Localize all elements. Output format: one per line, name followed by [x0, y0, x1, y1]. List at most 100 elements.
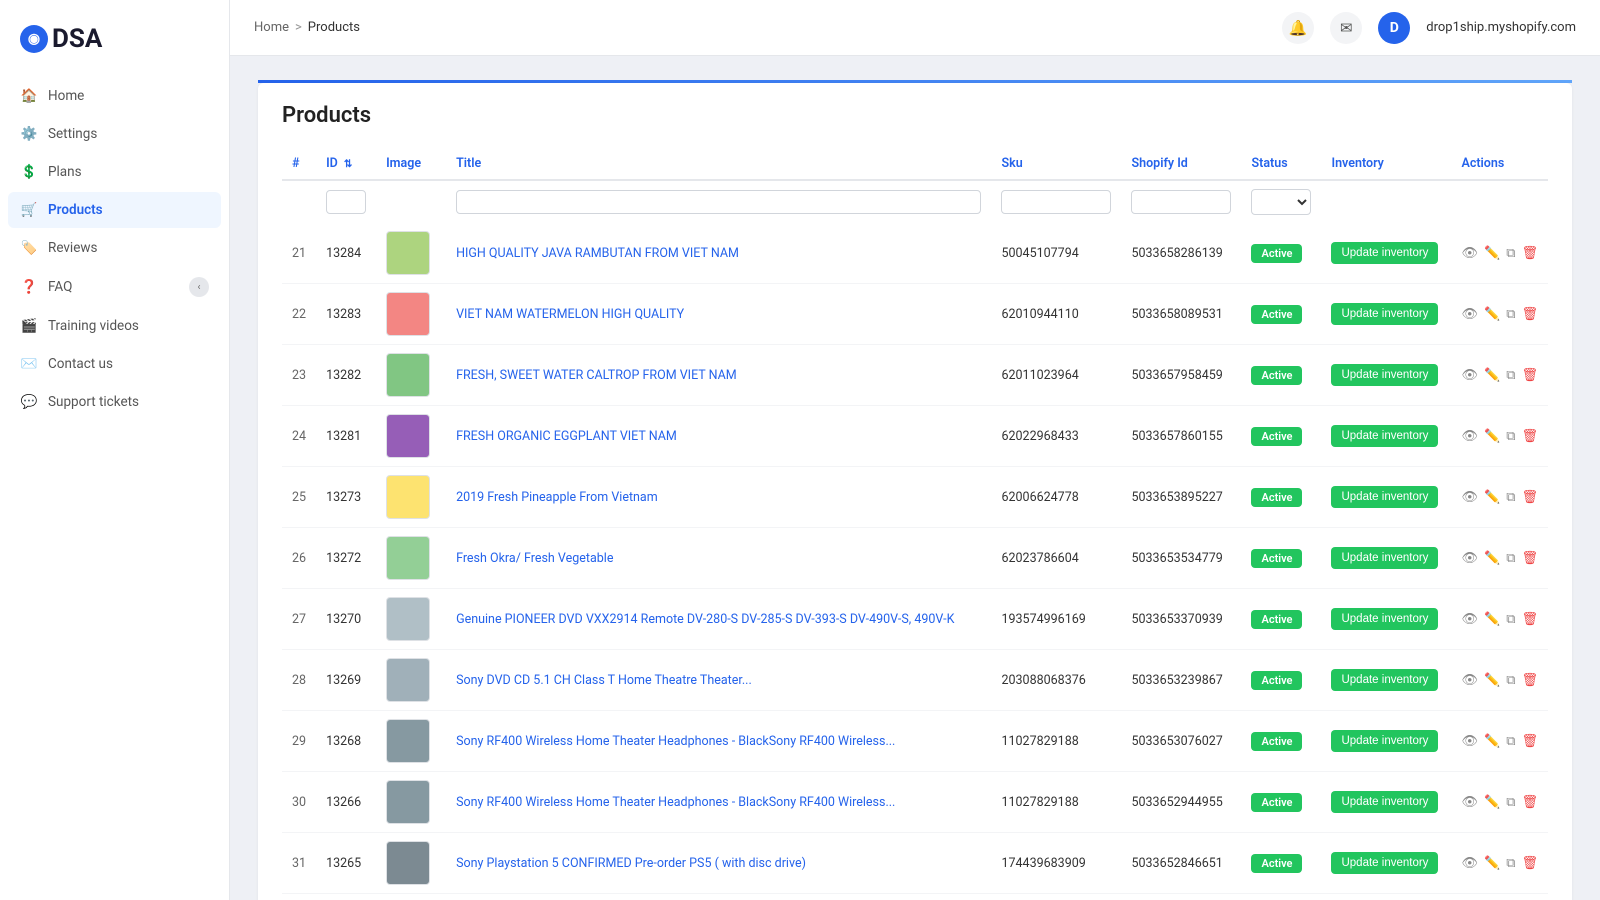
view-icon[interactable]: 👁: [1461, 612, 1478, 627]
view-icon[interactable]: 👁: [1461, 307, 1478, 322]
delete-icon[interactable]: 🗑: [1521, 490, 1538, 505]
product-title-link[interactable]: Sony RF400 Wireless Home Theater Headpho…: [456, 795, 895, 810]
edit-icon[interactable]: ✏️: [1484, 368, 1500, 383]
edit-icon[interactable]: ✏️: [1484, 429, 1500, 444]
edit-icon[interactable]: ✏️: [1484, 490, 1500, 505]
product-title-link[interactable]: Sony Playstation 5 CONFIRMED Pre-order P…: [456, 856, 806, 871]
header: Home > Products 🔔 ✉ D drop1ship.myshopif…: [230, 0, 1600, 56]
row-title-cell: Fresh Okra/ Fresh Vegetable: [446, 528, 991, 589]
row-inventory-cell: Update inventory: [1321, 528, 1451, 589]
sidebar-item-contact-us[interactable]: ✉️ Contact us: [8, 346, 221, 382]
product-title-link[interactable]: Sony DVD CD 5.1 CH Class T Home Theatre …: [456, 673, 752, 688]
product-title-link[interactable]: FRESH ORGANIC EGGPLANT VIET NAM: [456, 429, 677, 444]
copy-icon[interactable]: ⧉: [1506, 490, 1515, 505]
col-id-header[interactable]: ID ⇅: [316, 148, 376, 180]
edit-icon[interactable]: ✏️: [1484, 551, 1500, 566]
messages-button[interactable]: ✉: [1330, 12, 1362, 44]
delete-icon[interactable]: 🗑: [1521, 551, 1538, 566]
sidebar-item-home[interactable]: 🏠 Home: [8, 78, 221, 114]
copy-icon[interactable]: ⧉: [1506, 429, 1515, 444]
delete-icon[interactable]: 🗑: [1521, 429, 1538, 444]
sidebar-item-reviews[interactable]: 🏷️ Reviews: [8, 230, 221, 266]
copy-icon[interactable]: ⧉: [1506, 551, 1515, 566]
filter-status-select[interactable]: Active Inactive: [1251, 189, 1311, 215]
delete-icon[interactable]: 🗑: [1521, 307, 1538, 322]
sidebar-item-products[interactable]: 🛒 Products: [8, 192, 221, 228]
notifications-button[interactable]: 🔔: [1282, 12, 1314, 44]
filter-title-input[interactable]: [456, 190, 981, 214]
view-icon[interactable]: 👁: [1461, 490, 1478, 505]
status-badge: Active: [1251, 366, 1302, 385]
view-icon[interactable]: 👁: [1461, 368, 1478, 383]
copy-icon[interactable]: ⧉: [1506, 673, 1515, 688]
delete-icon[interactable]: 🗑: [1521, 246, 1538, 261]
delete-icon[interactable]: 🗑: [1521, 856, 1538, 871]
filter-sku-input[interactable]: [1001, 190, 1111, 214]
row-inventory-cell: Update inventory: [1321, 467, 1451, 528]
product-title-link[interactable]: Genuine PIONEER DVD VXX2914 Remote DV-28…: [456, 612, 954, 627]
update-inventory-button[interactable]: Update inventory: [1331, 303, 1438, 325]
breadcrumb-home[interactable]: Home: [254, 20, 289, 35]
sidebar-item-plans[interactable]: 💲 Plans: [8, 154, 221, 190]
view-icon[interactable]: 👁: [1461, 795, 1478, 810]
copy-icon[interactable]: ⧉: [1506, 734, 1515, 749]
filter-shopify-input[interactable]: [1131, 190, 1231, 214]
table-row: 23 13282 FRESH, SWEET WATER CALTROP FROM…: [282, 345, 1548, 406]
sidebar-item-faq[interactable]: ❓ FAQ ‹: [8, 268, 221, 306]
edit-icon[interactable]: ✏️: [1484, 734, 1500, 749]
product-title-link[interactable]: Sony RF400 Wireless Home Theater Headpho…: [456, 734, 895, 749]
sidebar-item-settings[interactable]: ⚙️ Settings: [8, 116, 221, 152]
action-icons: 👁 ✏️ ⧉ 🗑: [1461, 307, 1538, 322]
row-num: 26: [282, 528, 316, 589]
delete-icon[interactable]: 🗑: [1521, 612, 1538, 627]
edit-icon[interactable]: ✏️: [1484, 795, 1500, 810]
copy-icon[interactable]: ⧉: [1506, 307, 1515, 322]
status-badge: Active: [1251, 244, 1302, 263]
sidebar-item-training-videos[interactable]: 🎬 Training videos: [8, 308, 221, 344]
update-inventory-button[interactable]: Update inventory: [1331, 669, 1438, 691]
delete-icon[interactable]: 🗑: [1521, 673, 1538, 688]
view-icon[interactable]: 👁: [1461, 856, 1478, 871]
copy-icon[interactable]: ⧉: [1506, 612, 1515, 627]
product-title-link[interactable]: 2019 Fresh Pineapple From Vietnam: [456, 490, 658, 505]
copy-icon[interactable]: ⧉: [1506, 795, 1515, 810]
view-icon[interactable]: 👁: [1461, 673, 1478, 688]
view-icon[interactable]: 👁: [1461, 246, 1478, 261]
update-inventory-button[interactable]: Update inventory: [1331, 242, 1438, 264]
edit-icon[interactable]: ✏️: [1484, 246, 1500, 261]
update-inventory-button[interactable]: Update inventory: [1331, 486, 1438, 508]
product-title-link[interactable]: HIGH QUALITY JAVA RAMBUTAN FROM VIET NAM: [456, 246, 739, 261]
update-inventory-button[interactable]: Update inventory: [1331, 791, 1438, 813]
row-status-cell: Active: [1241, 406, 1321, 467]
row-title-cell: FRESH ORGANIC EGGPLANT VIET NAM: [446, 406, 991, 467]
edit-icon[interactable]: ✏️: [1484, 612, 1500, 627]
edit-icon[interactable]: ✏️: [1484, 307, 1500, 322]
edit-icon[interactable]: ✏️: [1484, 856, 1500, 871]
copy-icon[interactable]: ⧉: [1506, 856, 1515, 871]
product-title-link[interactable]: Fresh Okra/ Fresh Vegetable: [456, 551, 613, 566]
status-badge: Active: [1251, 854, 1302, 873]
row-inventory-cell: Update inventory: [1321, 223, 1451, 284]
copy-icon[interactable]: ⧉: [1506, 368, 1515, 383]
update-inventory-button[interactable]: Update inventory: [1331, 852, 1438, 874]
edit-icon[interactable]: ✏️: [1484, 673, 1500, 688]
delete-icon[interactable]: 🗑: [1521, 368, 1538, 383]
row-shopify-id: 5033653076027: [1121, 711, 1241, 772]
view-icon[interactable]: 👁: [1461, 429, 1478, 444]
update-inventory-button[interactable]: Update inventory: [1331, 425, 1438, 447]
delete-icon[interactable]: 🗑: [1521, 734, 1538, 749]
product-title-link[interactable]: VIET NAM WATERMELON HIGH QUALITY: [456, 307, 684, 322]
faq-collapse-btn[interactable]: ‹: [189, 277, 209, 297]
update-inventory-button[interactable]: Update inventory: [1331, 608, 1438, 630]
copy-icon[interactable]: ⧉: [1506, 246, 1515, 261]
sidebar: ◉ DSA 🏠 Home ⚙️ Settings 💲 Plans 🛒 Produ…: [0, 0, 230, 900]
update-inventory-button[interactable]: Update inventory: [1331, 364, 1438, 386]
view-icon[interactable]: 👁: [1461, 551, 1478, 566]
update-inventory-button[interactable]: Update inventory: [1331, 730, 1438, 752]
delete-icon[interactable]: 🗑: [1521, 795, 1538, 810]
view-icon[interactable]: 👁: [1461, 734, 1478, 749]
product-title-link[interactable]: FRESH, SWEET WATER CALTROP FROM VIET NAM: [456, 368, 737, 383]
filter-id-input[interactable]: [326, 190, 366, 214]
update-inventory-button[interactable]: Update inventory: [1331, 547, 1438, 569]
sidebar-item-support-tickets[interactable]: 💬 Support tickets: [8, 384, 221, 420]
